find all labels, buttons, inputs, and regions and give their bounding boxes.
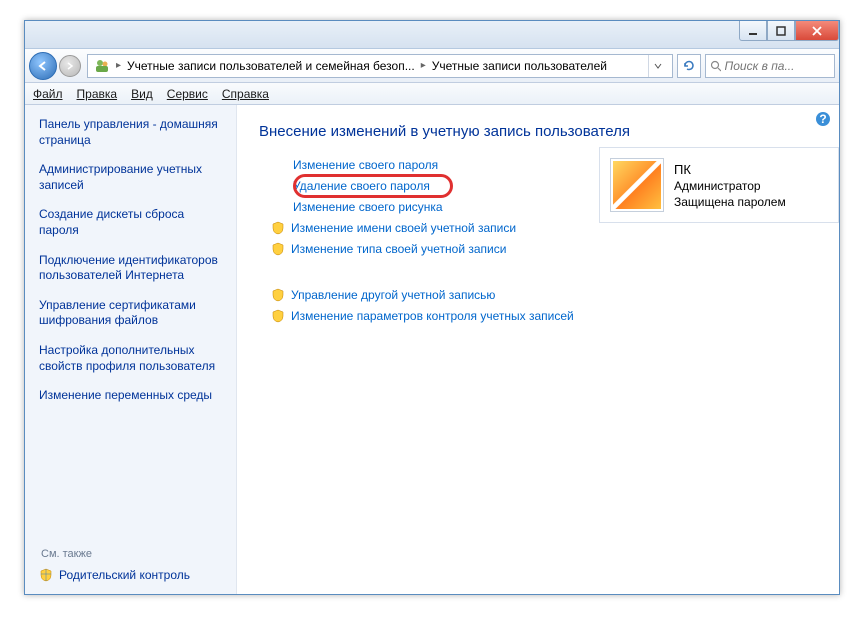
menu-edit[interactable]: Правка [77,87,118,101]
shield-icon [271,309,285,323]
user-role: Администратор [674,179,786,193]
breadcrumb-part[interactable]: Учетные записи пользователей [432,59,607,73]
refresh-button[interactable] [677,54,701,78]
link-uac-settings[interactable]: Изменение параметров контроля учетных за… [271,309,817,323]
users-icon [94,58,110,74]
shield-icon [271,288,285,302]
forward-button[interactable] [59,55,81,77]
address-bar[interactable]: ▸ Учетные записи пользователей и семейна… [87,54,673,78]
shield-icon [271,221,285,235]
avatar [610,158,664,212]
user-name: ПК [674,162,786,177]
sidebar-link-home[interactable]: Панель управления - домашняя страница [39,117,222,148]
control-panel-window: ▸ Учетные записи пользователей и семейна… [24,20,840,595]
link-change-name[interactable]: Изменение имени своей учетной записи [271,221,817,235]
address-dropdown[interactable] [648,55,666,77]
search-icon [710,60,721,72]
menu-view[interactable]: Вид [131,87,153,101]
shield-icon [271,242,285,256]
sidebar: Панель управления - домашняя страница Ад… [25,105,237,594]
back-button[interactable] [29,52,57,80]
chevron-right-icon: ▸ [116,60,121,71]
link-change-type[interactable]: Изменение типа своей учетной записи [271,242,817,256]
search-box[interactable] [705,54,835,78]
chevron-right-icon: ▸ [421,60,426,71]
minimize-button[interactable] [739,21,767,41]
breadcrumb-part[interactable]: Учетные записи пользователей и семейная … [127,59,415,73]
user-protected: Защищена паролем [674,195,786,209]
sidebar-link-parental[interactable]: Родительский контроль [39,568,222,582]
main-content: Внесение изменений в учетную запись поль… [237,105,839,594]
search-input[interactable] [725,59,830,73]
sidebar-link-admin[interactable]: Администрирование учетных записей [39,162,222,193]
sidebar-link-reset-disk[interactable]: Создание дискеты сброса пароля [39,207,222,238]
sidebar-link-env-vars[interactable]: Изменение переменных среды [39,388,222,404]
sidebar-item-label: Родительский контроль [59,568,190,582]
close-button[interactable] [795,21,839,41]
page-title: Внесение изменений в учетную запись поль… [259,123,817,140]
maximize-button[interactable] [767,21,795,41]
shield-icon [39,568,53,582]
sidebar-link-certificates[interactable]: Управление сертификатами шифрования файл… [39,298,222,329]
menubar: Файл Правка Вид Сервис Справка [25,83,839,105]
menu-file[interactable]: Файл [33,87,63,101]
menu-help[interactable]: Справка [222,87,269,101]
menu-tools[interactable]: Сервис [167,87,208,101]
navbar: ▸ Учетные записи пользователей и семейна… [25,49,839,83]
user-account-box: ПК Администратор Защищена паролем [599,147,839,223]
see-also-label: См. также [41,548,222,560]
link-manage-other[interactable]: Управление другой учетной записью [271,288,817,302]
titlebar [25,21,839,49]
sidebar-link-online-ids[interactable]: Подключение идентификаторов пользователе… [39,253,222,284]
sidebar-link-profile-props[interactable]: Настройка дополнительных свойств профиля… [39,343,222,374]
